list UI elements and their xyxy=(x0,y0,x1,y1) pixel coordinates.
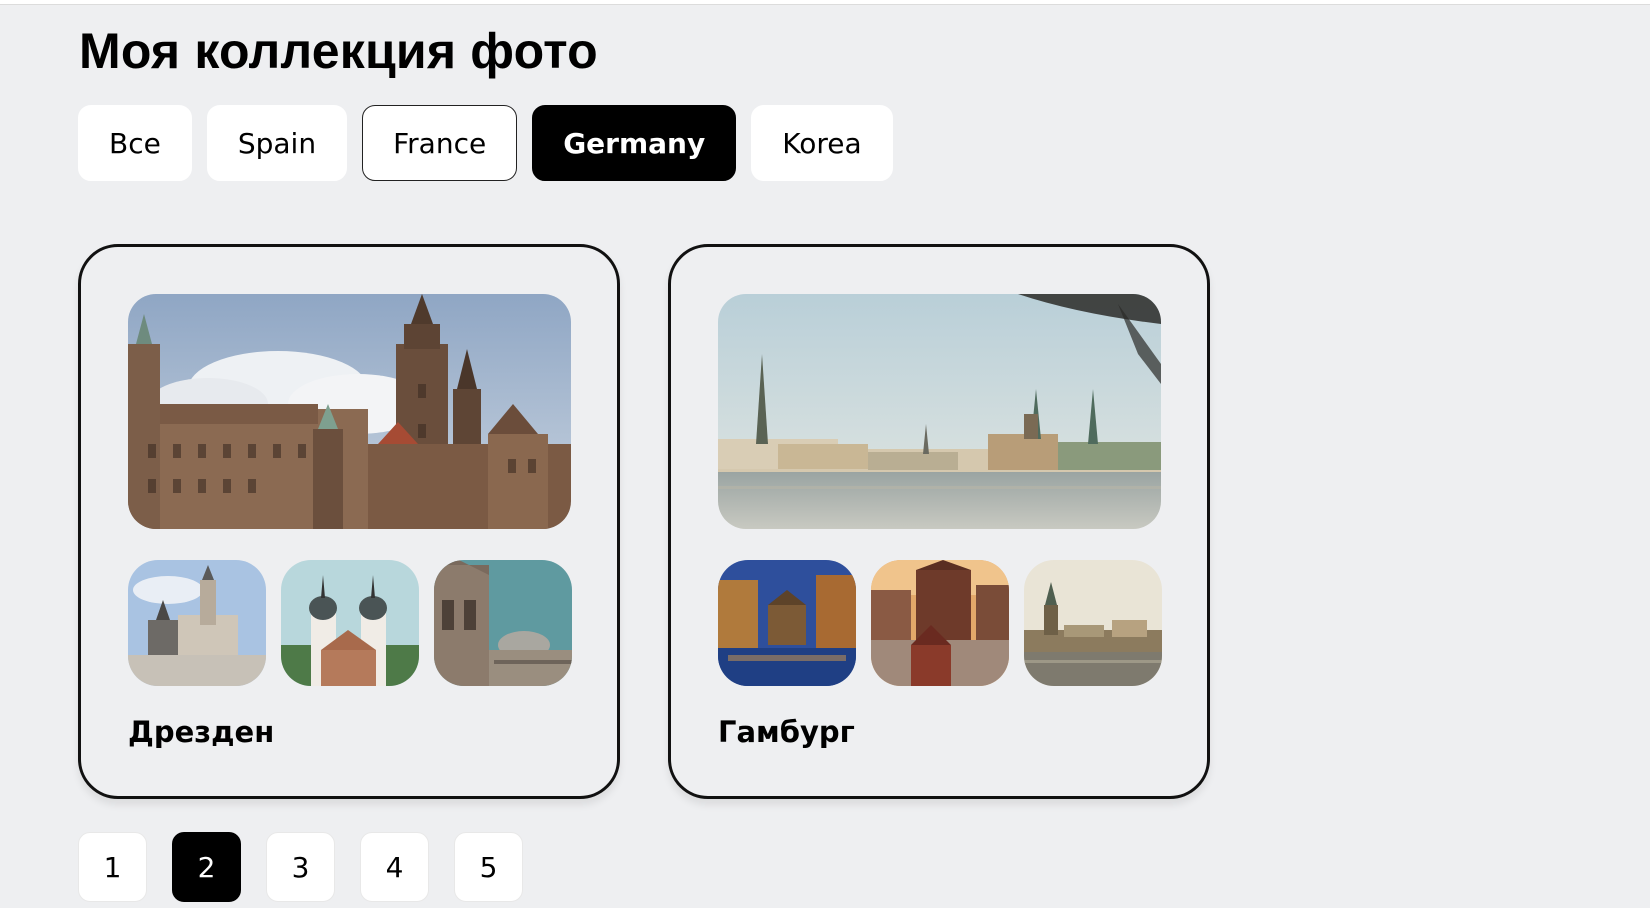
dresden-thumbnail-3[interactable] xyxy=(434,560,572,686)
browser-top-edge xyxy=(0,0,1650,5)
dresden-thumbnail-2[interactable] xyxy=(281,560,419,686)
country-filter-bar: Все Spain France Germany Korea xyxy=(78,105,893,181)
page-title: Моя коллекция фото xyxy=(79,23,598,79)
page-button-4[interactable]: 4 xyxy=(360,832,429,902)
pagination: 1 2 3 4 5 xyxy=(78,832,523,902)
filter-france-button[interactable]: France xyxy=(362,105,518,181)
hamburg-thumbnail-1[interactable] xyxy=(718,560,856,686)
hamburg-main-photo[interactable] xyxy=(718,294,1161,529)
page-button-5[interactable]: 5 xyxy=(454,832,523,902)
hamburg-thumbnail-3[interactable] xyxy=(1024,560,1162,686)
page-button-3[interactable]: 3 xyxy=(266,832,335,902)
page-button-2[interactable]: 2 xyxy=(172,832,241,902)
dresden-thumbnail-row xyxy=(128,560,572,686)
dresden-main-photo[interactable] xyxy=(128,294,571,529)
filter-korea-button[interactable]: Korea xyxy=(751,105,893,181)
card-city-name: Дрезден xyxy=(128,715,275,749)
photo-card-grid: Дрезден Гамбург xyxy=(78,244,1210,799)
page-button-1[interactable]: 1 xyxy=(78,832,147,902)
card-city-name: Гамбург xyxy=(718,715,855,749)
filter-germany-button[interactable]: Germany xyxy=(532,105,737,181)
filter-spain-button[interactable]: Spain xyxy=(206,105,348,181)
city-card-hamburg[interactable]: Гамбург xyxy=(668,244,1210,799)
city-card-dresden[interactable]: Дрезден xyxy=(78,244,620,799)
hamburg-thumbnail-2[interactable] xyxy=(871,560,1009,686)
filter-all-button[interactable]: Все xyxy=(78,105,192,181)
hamburg-thumbnail-row xyxy=(718,560,1162,686)
dresden-thumbnail-1[interactable] xyxy=(128,560,266,686)
